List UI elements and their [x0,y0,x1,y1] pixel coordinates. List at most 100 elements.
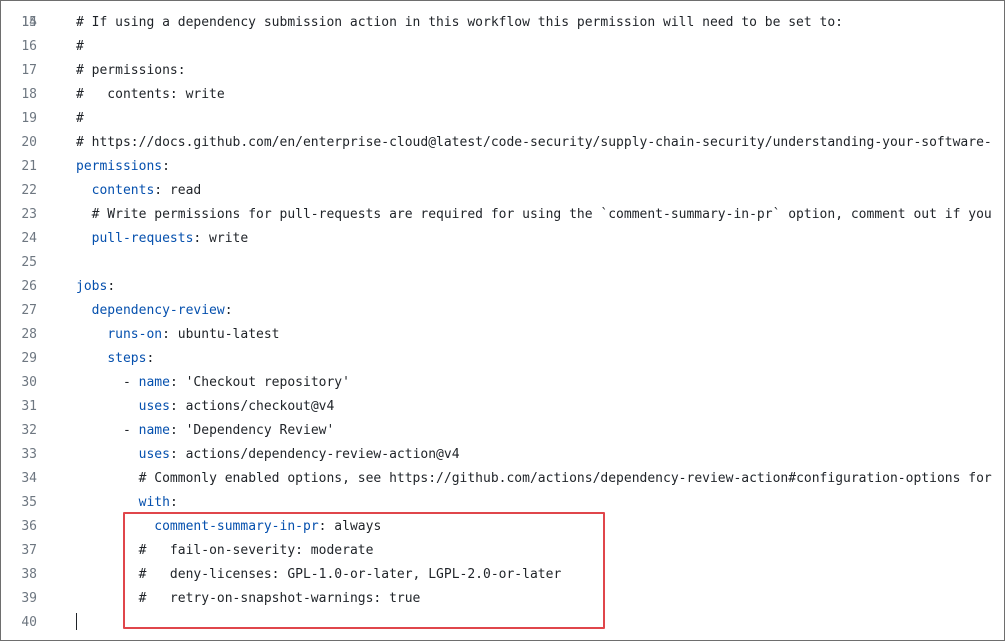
line-content: dependency-review: [76,299,233,323]
code-line[interactable]: 29 steps: [1,347,1004,371]
line-content: jobs: [76,275,115,299]
yaml-comment: # permissions: [76,63,186,78]
line-number: 24 [21,231,37,246]
code-line[interactable]: 25 [1,251,1004,275]
code-line[interactable]: 16 # [1,35,1004,59]
code-line[interactable]: 39 # retry-on-snapshot-warnings: true [1,587,1004,611]
yaml-value: : always [318,519,382,534]
line-content: # Write permissions for pull-requests ar… [76,203,992,227]
code-line[interactable]: 28 runs-on: ubuntu-latest [1,323,1004,347]
line-number: 36 [21,519,37,534]
yaml-comment: # If using a dependency submission actio… [76,15,844,30]
line-number: 33 [21,447,37,462]
line-number: 25 [21,255,37,270]
line-number: 37 [21,543,37,558]
code-lines: 14 15 # If using a dependency submission … [1,1,1004,635]
code-line[interactable]: 17 # permissions: [1,59,1004,83]
code-line[interactable]: 22 contents: read [1,179,1004,203]
code-line[interactable]: 20 # https://docs.github.com/en/enterpris… [1,131,1004,155]
code-line[interactable]: 24 pull-requests: write [1,227,1004,251]
yaml-value: - [122,375,139,390]
code-line[interactable]: 38 # deny-licenses: GPL-1.0-or-later, LG… [1,563,1004,587]
code-line[interactable]: 26 jobs: [1,275,1004,299]
yaml-value: : write [193,231,249,246]
code-line[interactable]: 27 dependency-review: [1,299,1004,323]
line-content: steps: [76,347,154,371]
line-content: # permissions: [76,59,186,83]
line-content: uses: actions/checkout@v4 [76,395,335,419]
yaml-key: steps [107,351,147,366]
line-content: # [76,107,84,131]
code-line[interactable]: 31 uses: actions/checkout@v4 [1,395,1004,419]
yaml-value: : actions/dependency-review-action@v4 [169,447,460,462]
line-number: 31 [21,399,37,414]
code-line[interactable]: 15 # If using a dependency submission act… [1,11,1004,35]
line-content: # fail-on-severity: moderate [76,539,374,563]
yaml-value: : 'Dependency Review' [169,423,335,438]
line-content: permissions: [76,155,170,179]
yaml-key: name [138,375,170,390]
yaml-value: : ubuntu-latest [162,327,280,342]
code-line[interactable]: 32 - name: 'Dependency Review' [1,419,1004,443]
yaml-value: : [107,279,116,294]
yaml-comment: # Write permissions for pull-requests ar… [91,207,992,222]
line-content: # contents: write [76,83,225,107]
line-number: 30 [21,375,37,390]
yaml-key: permissions [76,159,163,174]
code-line[interactable]: 33 uses: actions/dependency-review-actio… [1,443,1004,467]
code-line[interactable]: 19 # [1,107,1004,131]
yaml-key: dependency-review [91,303,225,318]
line-number: 38 [21,567,37,582]
line-number: 29 [21,351,37,366]
yaml-value: : [162,159,170,174]
code-line[interactable]: 30 - name: 'Checkout repository' [1,371,1004,395]
yaml-comment: # contents: write [76,87,225,102]
line-number: 22 [21,183,37,198]
yaml-key: uses [138,399,170,414]
yaml-value: : [169,495,178,510]
line-content: # [76,35,84,59]
yaml-value: : read [154,183,202,198]
line-number: 28 [21,327,37,342]
yaml-key: pull-requests [91,231,194,246]
code-line[interactable]: 37 # fail-on-severity: moderate [1,539,1004,563]
yaml-comment: # [76,111,84,126]
line-content: # https://docs.github.com/en/enterprise-… [76,131,992,155]
code-line-partial: 14 [1,1,1004,30]
yaml-value: : actions/checkout@v4 [169,399,335,414]
code-line[interactable]: 18 # contents: write [1,83,1004,107]
line-content: # Commonly enabled options, see https://… [76,467,992,491]
code-line[interactable]: 35 with: [1,491,1004,515]
line-number: 32 [21,423,37,438]
code-line[interactable]: 36 comment-summary-in-pr: always [1,515,1004,539]
code-line[interactable]: 21 permissions: [1,155,1004,179]
code-editor[interactable]: 14 15 # If using a dependency submission … [0,0,1005,641]
code-line[interactable]: 23 # Write permissions for pull-requests… [1,203,1004,227]
line-number: 26 [21,279,37,294]
yaml-key: with [138,495,170,510]
code-line[interactable]: 34 # Commonly enabled options, see https… [1,467,1004,491]
yaml-key: runs-on [107,327,163,342]
code-line[interactable]: 40 [1,611,1004,635]
yaml-key: contents [91,183,155,198]
yaml-comment: # deny-licenses: GPL-1.0-or-later, LGPL-… [138,567,562,582]
line-content: # If using a dependency submission actio… [76,11,843,35]
line-content: - name: 'Checkout repository' [76,371,350,395]
line-number: 18 [21,87,37,102]
line-content: uses: actions/dependency-review-action@v… [76,443,460,467]
line-number: 20 [21,135,37,150]
yaml-comment: # [76,39,84,54]
yaml-value: : 'Checkout repository' [169,375,350,390]
yaml-key: comment-summary-in-pr [154,519,319,534]
